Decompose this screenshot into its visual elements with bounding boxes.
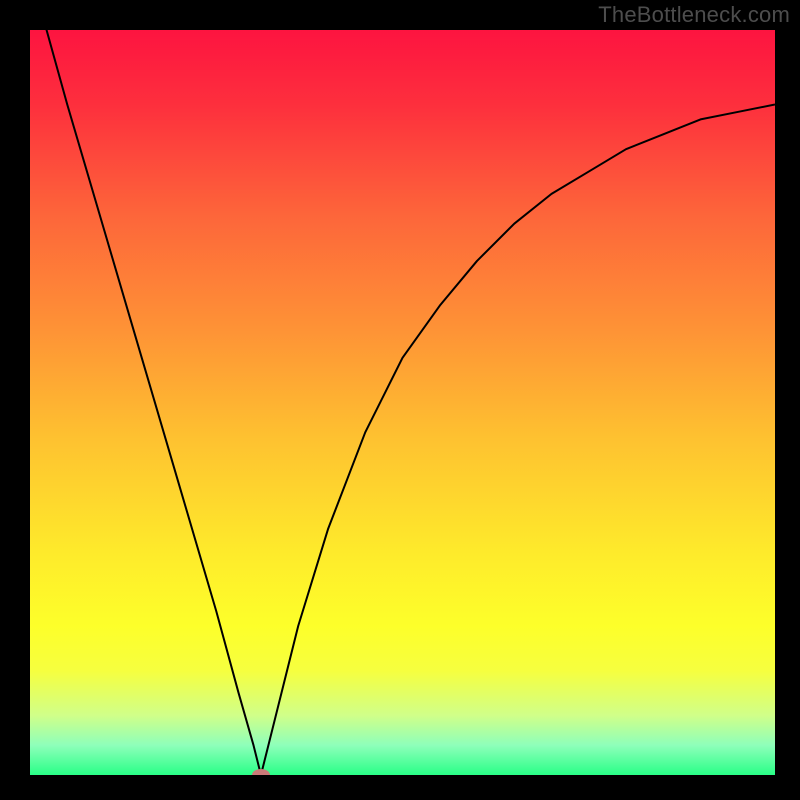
bottleneck-curve — [30, 30, 775, 775]
plot-area — [30, 30, 775, 775]
minimum-marker — [252, 769, 270, 775]
watermark-text: TheBottleneck.com — [598, 2, 790, 28]
chart-frame: TheBottleneck.com — [0, 0, 800, 800]
